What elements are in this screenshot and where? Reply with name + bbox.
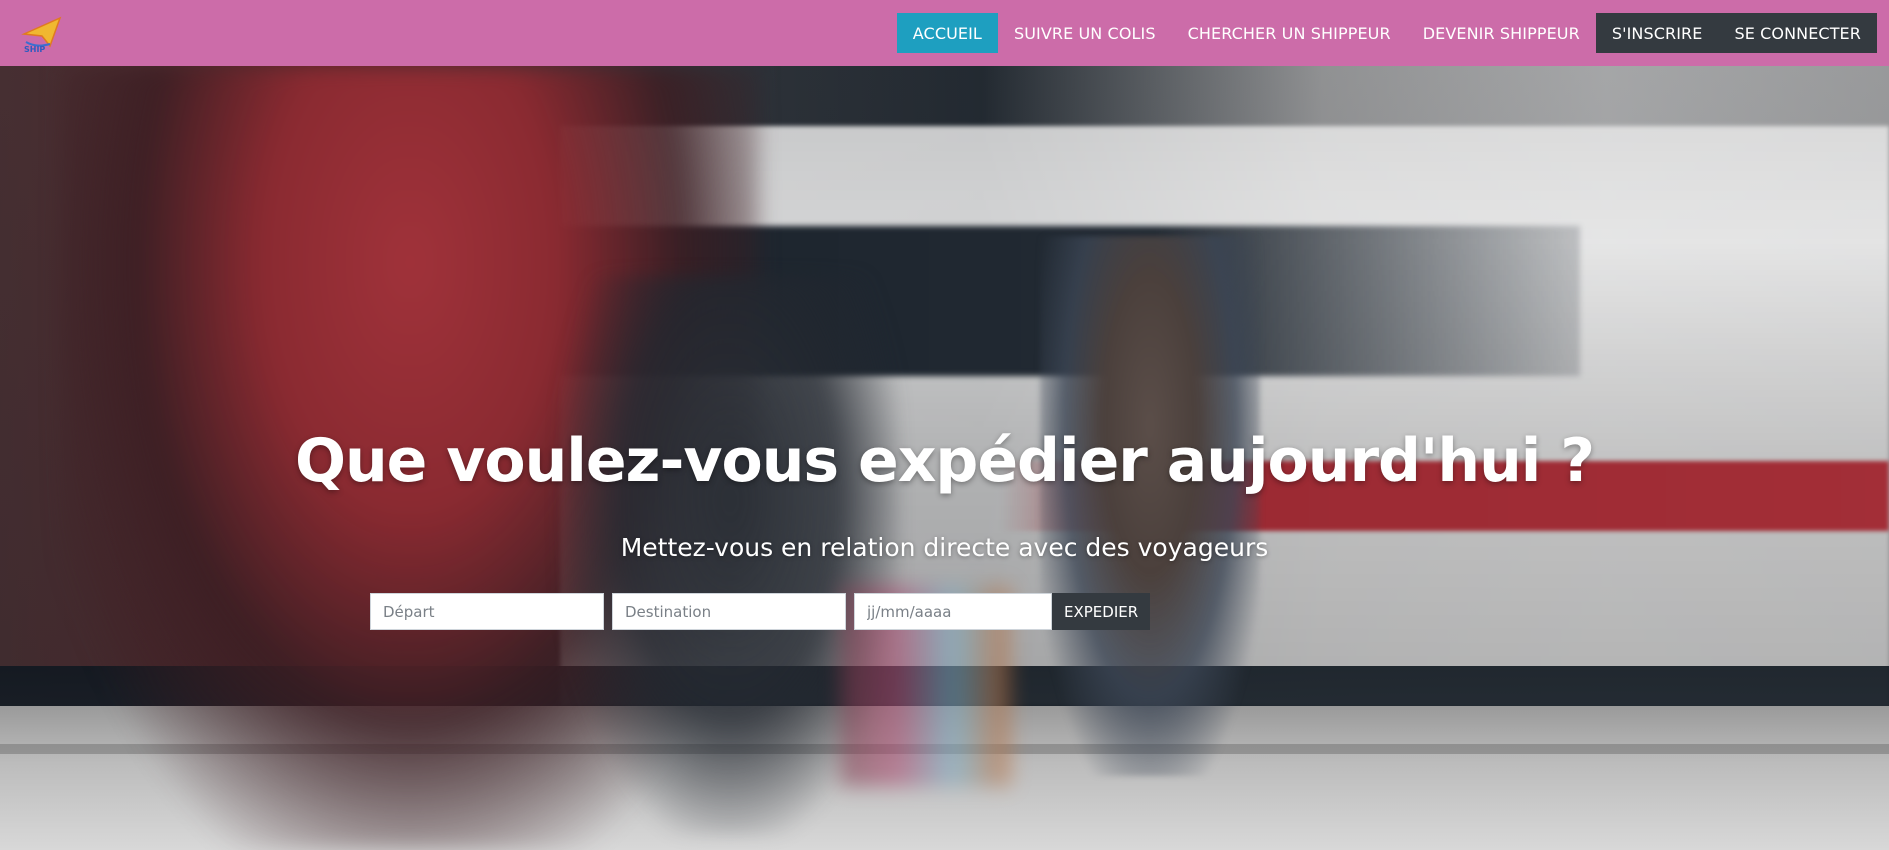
signup-button[interactable]: S'INSCRIRE bbox=[1595, 13, 1719, 53]
paper-plane-logo-icon[interactable]: SHIP bbox=[20, 12, 68, 54]
hero-subtitle: Mettez-vous en relation directe avec des… bbox=[620, 533, 1269, 562]
nav-item-suivre-un-colis[interactable]: SUIVRE UN COLIS bbox=[998, 13, 1172, 53]
hero-title: Que voulez-vous expédier aujourd'hui ? bbox=[294, 426, 1595, 496]
expedier-button[interactable]: EXPEDIER bbox=[1052, 593, 1151, 630]
nav-item-chercher-un-shippeur[interactable]: CHERCHER UN SHIPPEUR bbox=[1172, 13, 1407, 53]
hero-content: Que voulez-vous expédier aujourd'hui ? M… bbox=[0, 66, 1889, 850]
departure-input[interactable] bbox=[370, 593, 604, 630]
hero-section: Que voulez-vous expédier aujourd'hui ? M… bbox=[0, 66, 1889, 850]
nav-menu: ACCUEIL SUIVRE UN COLIS CHERCHER UN SHIP… bbox=[896, 13, 1877, 53]
login-button[interactable]: SE CONNECTER bbox=[1718, 13, 1877, 53]
nav-item-accueil[interactable]: ACCUEIL bbox=[896, 13, 998, 53]
navbar: SHIP ACCUEIL SUIVRE UN COLIS CHERCHER UN… bbox=[0, 0, 1889, 66]
nav-item-devenir-shippeur[interactable]: DEVENIR SHIPPEUR bbox=[1407, 13, 1596, 53]
shipment-search-form: EXPEDIER bbox=[370, 593, 1151, 630]
destination-input[interactable] bbox=[612, 593, 846, 630]
date-input[interactable] bbox=[854, 593, 1052, 630]
svg-text:SHIP: SHIP bbox=[24, 45, 45, 54]
